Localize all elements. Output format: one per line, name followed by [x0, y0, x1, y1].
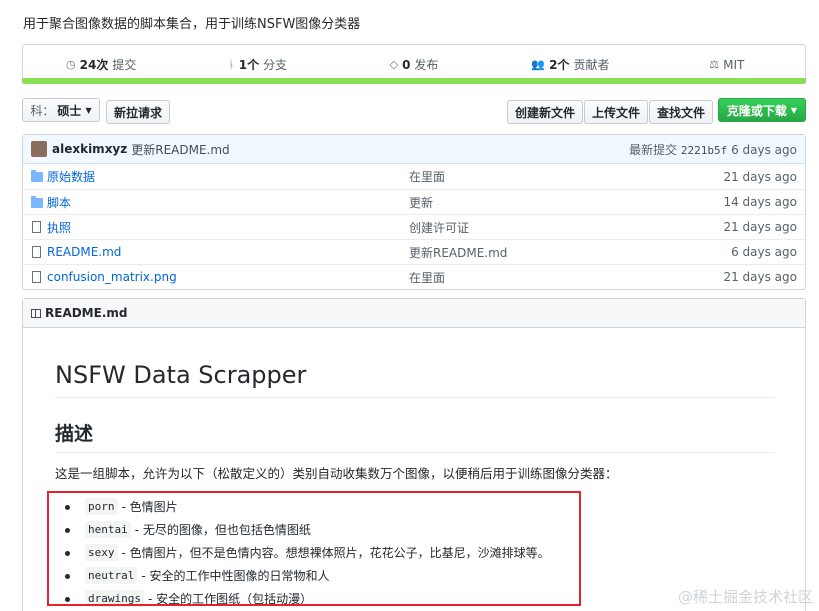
latest-commit-info: 最新提交 2221b5f 6 days ago: [629, 141, 797, 158]
file-name-link[interactable]: README.md: [47, 245, 121, 259]
releases-count: 0: [402, 57, 411, 72]
file-commit-message[interactable]: 在里面: [409, 168, 445, 185]
readme-heading: 描述: [55, 419, 775, 453]
file-icon: [32, 271, 41, 283]
book-icon: [31, 308, 41, 318]
file-commit-message[interactable]: 更新: [409, 194, 433, 211]
commit-author[interactable]: alexkimxyz: [52, 142, 127, 156]
repo-description: 用于聚合图像数据的脚本集合，用于训练NSFW图像分类器: [23, 17, 361, 32]
file-name-link[interactable]: 脚本: [47, 194, 71, 211]
file-name-link[interactable]: 原始数据: [47, 168, 95, 185]
file-age: 21 days ago: [723, 220, 797, 234]
commits-label: 提交: [112, 58, 137, 72]
avatar[interactable]: [31, 141, 47, 157]
file-age: 21 days ago: [723, 270, 797, 284]
file-age: 21 days ago: [723, 169, 797, 184]
new-pull-request-button[interactable]: 新拉请求: [106, 100, 170, 124]
folder-icon: [31, 170, 43, 182]
law-icon: ⚖: [709, 58, 720, 71]
file-row[interactable]: 执照 创建许可证 21 days ago: [23, 214, 805, 239]
file-name-link[interactable]: confusion_matrix.png: [47, 270, 177, 284]
readme-intro: 这是一组脚本，允许为以下（松散定义的）类别自动收集数万个图像，以便稍后用于训练图…: [55, 466, 618, 481]
find-file-button[interactable]: 查找文件: [649, 100, 713, 124]
folder-icon: [31, 196, 43, 208]
caret-down-icon: ▼: [790, 105, 798, 115]
file-row[interactable]: 脚本 更新 14 days ago: [23, 189, 805, 214]
readme-title: NSFW Data Scrapper: [55, 361, 775, 398]
branch-prefix: 科：: [30, 103, 55, 118]
file-browser: alexkimxyz 更新README.md 最新提交 2221b5f 6 da…: [22, 134, 806, 290]
releases-label: 发布: [414, 58, 439, 72]
language-bar[interactable]: [22, 78, 806, 84]
file-row[interactable]: confusion_matrix.png 在里面 21 days ago: [23, 264, 805, 289]
people-icon: 👥: [531, 58, 546, 71]
clone-download-button[interactable]: 克隆或下载 ▼: [718, 98, 806, 122]
commit-sha[interactable]: 2221b5f: [681, 144, 727, 157]
file-commit-message[interactable]: 在里面: [409, 269, 445, 286]
latest-commit-bar: alexkimxyz 更新README.md 最新提交 2221b5f 6 da…: [23, 135, 805, 164]
commits-count: 24次: [79, 58, 109, 72]
highlight-box: [47, 491, 581, 606]
branch-select-button[interactable]: 科： 硕士 ▼: [22, 98, 100, 122]
commit-age: 6 days ago: [731, 142, 797, 157]
readme-filename: README.md: [45, 306, 128, 320]
file-name-link[interactable]: 执照: [47, 219, 71, 236]
branches-label: 分支: [263, 58, 288, 72]
tag-icon: ◇: [389, 58, 399, 71]
file-row[interactable]: 原始数据 在里面 21 days ago: [23, 164, 805, 189]
branches-count: 1个: [238, 58, 260, 72]
create-file-button[interactable]: 创建新文件: [507, 100, 583, 124]
contributors-label: 贡献者: [573, 58, 610, 72]
latest-commit-label: 最新提交: [629, 142, 678, 157]
file-icon: [32, 246, 41, 258]
upload-file-button[interactable]: 上传文件: [584, 100, 648, 124]
caret-down-icon: ▼: [85, 105, 92, 115]
file-commit-message[interactable]: 更新README.md: [409, 244, 507, 261]
readme-header: README.md: [23, 299, 805, 328]
clone-label: 克隆或下载: [726, 103, 787, 118]
branch-icon: ᚿ: [228, 58, 235, 71]
file-row[interactable]: README.md 更新README.md 6 days ago: [23, 239, 805, 264]
contributors-count: 2个: [549, 58, 570, 72]
watermark: @稀土掘金技术社区: [677, 588, 813, 606]
file-commit-message[interactable]: 创建许可证: [409, 219, 469, 236]
file-age: 6 days ago: [731, 245, 797, 259]
file-age: 14 days ago: [723, 195, 797, 209]
commit-message[interactable]: 更新README.md: [131, 141, 229, 158]
license-label: MIT: [723, 57, 745, 72]
history-icon: ◷: [66, 58, 76, 71]
file-icon: [32, 221, 41, 233]
branch-name: 硕士: [57, 103, 82, 118]
